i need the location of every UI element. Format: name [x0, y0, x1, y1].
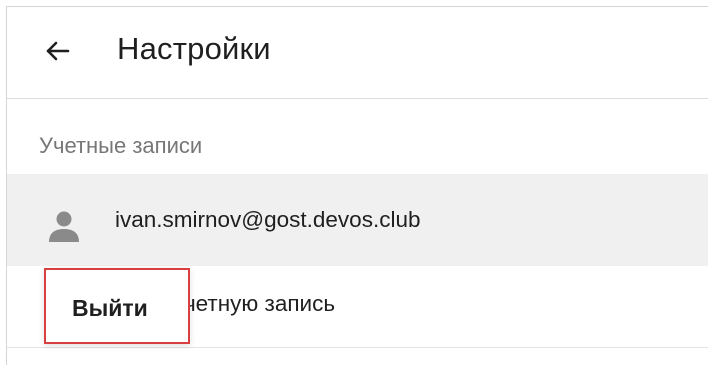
- app-bar: Настройки: [7, 7, 708, 99]
- divider: [7, 347, 708, 348]
- back-button[interactable]: [35, 29, 79, 73]
- account-row[interactable]: ivan.smirnov@gost.devos.club: [7, 174, 708, 266]
- logout-button[interactable]: Выйти: [44, 268, 190, 344]
- accounts-section-heading: Учетные записи: [39, 133, 203, 158]
- account-email: ivan.smirnov@gost.devos.club: [115, 207, 421, 232]
- settings-screen: Настройки Учетные записи ivan.smirnov@go…: [6, 6, 708, 365]
- person-icon: [49, 211, 79, 242]
- page-title: Настройки: [117, 31, 271, 66]
- arrow-left-icon: [46, 41, 70, 61]
- logout-label: Выйти: [72, 295, 148, 321]
